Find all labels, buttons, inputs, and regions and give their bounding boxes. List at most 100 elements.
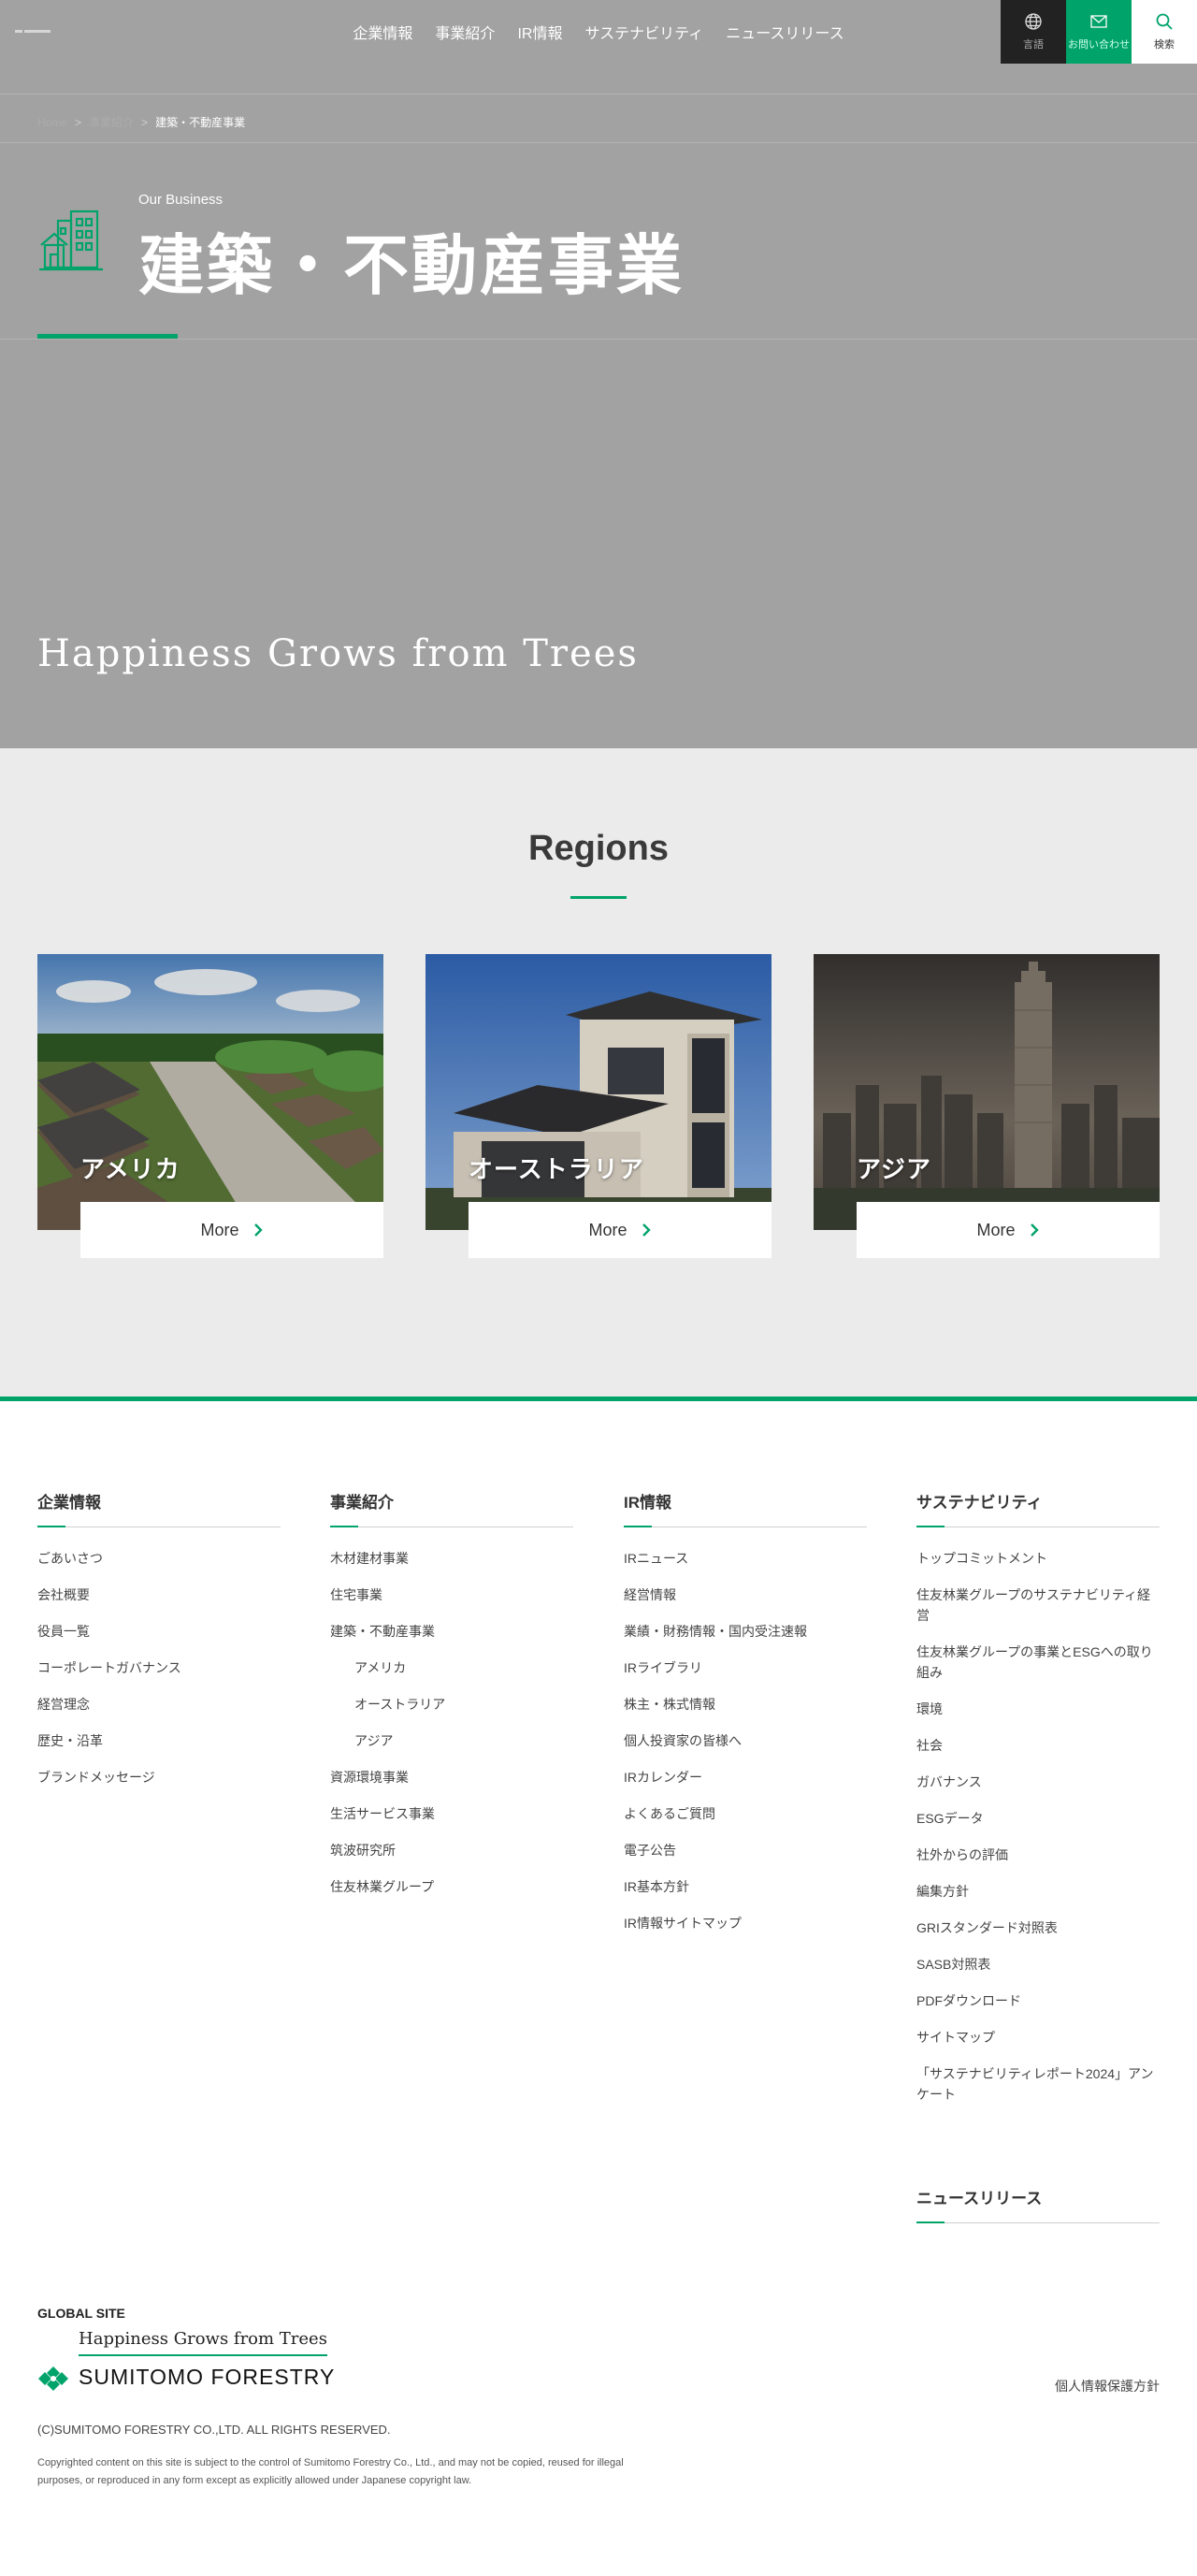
language-button[interactable]: 言語 xyxy=(1001,0,1066,64)
footer-col-title[interactable]: 企業情報 xyxy=(37,1489,281,1527)
footer-link[interactable]: IRライブラリ xyxy=(624,1657,867,1678)
region-card-australia[interactable]: オーストラリア More xyxy=(425,954,772,1258)
search-button[interactable]: 検索 xyxy=(1132,0,1197,64)
global-site-label: GLOBAL SITE xyxy=(37,2306,125,2321)
footer-col-title[interactable]: 事業紹介 xyxy=(330,1489,573,1527)
nav-ir[interactable]: IR情報 xyxy=(517,21,562,43)
footer-col-sustainability: サステナビリティ トップコミットメント住友林業グループのサステナビリティ経営 住友… xyxy=(916,1489,1160,2120)
more-label: More xyxy=(200,1220,239,1239)
copyright: (C)SUMITOMO FORESTRY CO.,LTD. ALL RIGHTS… xyxy=(37,2423,391,2437)
footer-link[interactable]: 建築・不動産事業 xyxy=(330,1621,573,1642)
region-image-asia xyxy=(814,954,1160,1230)
privacy-policy-link[interactable]: 個人情報保護方針 xyxy=(1055,2377,1160,2395)
footer-link[interactable]: 筑波研究所 xyxy=(330,1840,573,1860)
footer-link[interactable]: ガバナンス xyxy=(916,1772,1160,1792)
footer-link[interactable]: トップコミットメント xyxy=(916,1548,1160,1569)
footer-link[interactable]: よくあるご質問 xyxy=(624,1803,867,1824)
footer-link[interactable]: 電子公告 xyxy=(624,1840,867,1860)
footer-link[interactable]: IRカレンダー xyxy=(624,1767,867,1787)
nav-news[interactable]: ニュースリリース xyxy=(726,21,844,43)
footer-link[interactable]: 役員一覧 xyxy=(37,1621,281,1642)
footer-link[interactable]: 社外からの評価 xyxy=(916,1845,1160,1865)
hero-tagline: Happiness Grows from Trees xyxy=(37,632,639,675)
chevron-right-icon xyxy=(642,1223,651,1237)
footer-link[interactable]: SASB対照表 xyxy=(916,1954,1160,1975)
footer-link[interactable]: コーポレートガバナンス xyxy=(37,1657,281,1678)
footer: 企業情報 ごあいさつ会社概要役員一覧コーポレートガバナンス 経営理念歴史・沿革ブラ… xyxy=(0,1401,1197,2576)
footer-link[interactable]: GRIスタンダード対照表 xyxy=(916,1918,1160,1938)
breadcrumb-home[interactable]: Home xyxy=(37,116,67,129)
brand-name[interactable]: SUMITOMO FORESTRY xyxy=(79,2365,335,2390)
footer-link[interactable]: ESGデータ xyxy=(916,1808,1160,1829)
footer-link[interactable]: 社会 xyxy=(916,1735,1160,1756)
footer-col-title[interactable]: IR情報 xyxy=(624,1489,867,1527)
more-button-america[interactable]: More xyxy=(80,1202,383,1258)
region-image-australia xyxy=(425,954,772,1230)
footer-links: トップコミットメント住友林業グループのサステナビリティ経営 住友林業グループの事業… xyxy=(916,1548,1160,2105)
footer-links: ごあいさつ会社概要役員一覧コーポレートガバナンス 経営理念歴史・沿革ブランドメッセ… xyxy=(37,1548,281,1787)
more-label: More xyxy=(976,1220,1016,1239)
footer-link[interactable]: 資源環境事業 xyxy=(330,1767,573,1787)
footer-sublink[interactable]: アメリカ xyxy=(330,1657,573,1678)
nav-business[interactable]: 事業紹介 xyxy=(435,21,495,43)
footer-link[interactable]: 住友林業グループの事業とESGへの取り組み xyxy=(916,1642,1160,1683)
regions-section: Regions アメリカ More オーストラリア More アジア More xyxy=(0,748,1197,1401)
footer-links: IRニュース 経営情報業績・財務情報・国内受注速報 IRライブラリ 株主・株式情報 個人… xyxy=(624,1548,867,1933)
region-image-america xyxy=(37,954,383,1230)
footer-link[interactable]: 歴史・沿革 xyxy=(37,1730,281,1751)
footer-sublink[interactable]: オーストラリア xyxy=(330,1694,573,1715)
divider xyxy=(0,142,1197,143)
contact-label: お問い合わせ xyxy=(1068,39,1130,51)
footer-link[interactable]: 経営情報 xyxy=(624,1585,867,1605)
footer-link[interactable]: 住宅事業 xyxy=(330,1585,573,1605)
mail-icon xyxy=(1090,15,1107,28)
regions-title: Regions xyxy=(528,829,669,868)
more-button-australia[interactable]: More xyxy=(469,1202,772,1258)
footer-col-corporate: 企業情報 ごあいさつ会社概要役員一覧コーポレートガバナンス 経営理念歴史・沿革ブラ… xyxy=(37,1489,281,1803)
footer-col-business: 事業紹介 木材建材事業 住宅事業建築・不動産事業 アメリカオーストラリア アジア資源環… xyxy=(330,1489,573,1913)
search-icon xyxy=(1156,13,1173,30)
region-label-australia: オーストラリア xyxy=(469,1155,644,1183)
nav-corporate[interactable]: 企業情報 xyxy=(353,21,412,43)
building-icon xyxy=(39,210,103,271)
footer-sublink[interactable]: アジア xyxy=(330,1730,573,1751)
chevron-right-icon xyxy=(253,1223,263,1237)
nav-sustainability[interactable]: サステナビリティ xyxy=(584,21,703,43)
region-label-america: アメリカ xyxy=(80,1155,180,1183)
footer-link[interactable]: IRニュース xyxy=(624,1548,867,1569)
copyright-notice: Copyrighted content on this site is subj… xyxy=(37,2457,624,2486)
breadcrumb-current: 建築・不動産事業 xyxy=(155,116,246,129)
footer-link[interactable]: サイトマップ xyxy=(916,2027,1160,2048)
more-button-asia[interactable]: More xyxy=(857,1202,1160,1258)
footer-link[interactable]: 住友林業グループのサステナビリティ経営 xyxy=(916,1585,1160,1626)
footer-link[interactable]: 生活サービス事業 xyxy=(330,1803,573,1824)
footer-col-ir: IR情報 IRニュース 経営情報業績・財務情報・国内受注速報 IRライブラリ 株主・株… xyxy=(624,1489,867,1949)
footer-link[interactable]: 業績・財務情報・国内受注速報 xyxy=(624,1621,867,1642)
footer-link[interactable]: ごあいさつ xyxy=(37,1548,281,1569)
footer-link[interactable]: 住友林業グループ xyxy=(330,1876,573,1897)
footer-link[interactable]: 株主・株式情報 xyxy=(624,1694,867,1715)
contact-button[interactable]: お問い合わせ xyxy=(1066,0,1132,64)
region-card-america[interactable]: アメリカ More xyxy=(37,954,383,1258)
divider xyxy=(0,339,1197,340)
region-card-asia[interactable]: アジア More xyxy=(814,954,1160,1258)
footer-col-title[interactable]: ニュースリリース xyxy=(916,2185,1160,2223)
footer-link[interactable]: 「サステナビリティレポート2024」アンケート xyxy=(916,2063,1160,2105)
title-accent-bar xyxy=(37,334,178,339)
footer-link[interactable]: 会社概要 xyxy=(37,1585,281,1605)
footer-link[interactable]: ブランドメッセージ xyxy=(37,1767,281,1787)
footer-link[interactable]: 編集方針 xyxy=(916,1881,1160,1902)
page-title: 建築・不動産事業 xyxy=(138,229,685,302)
footer-link[interactable]: PDFダウンロード xyxy=(916,1990,1160,2011)
footer-link[interactable]: IR情報サイトマップ xyxy=(624,1913,867,1933)
footer-link[interactable]: 経営理念 xyxy=(37,1694,281,1715)
footer-link[interactable]: IR基本方針 xyxy=(624,1876,867,1897)
footer-link[interactable]: 個人投資家の皆様へ xyxy=(624,1730,867,1751)
region-label-asia: アジア xyxy=(857,1155,931,1183)
breadcrumb-business[interactable]: 事業紹介 xyxy=(89,114,134,130)
footer-links: 木材建材事業 住宅事業建築・不動産事業 アメリカオーストラリア アジア資源環境事業 生活… xyxy=(330,1548,573,1897)
footer-col-title[interactable]: サステナビリティ xyxy=(916,1489,1160,1527)
footer-link[interactable]: 木材建材事業 xyxy=(330,1548,573,1569)
hero-section: 企業情報 事業紹介 IR情報 サステナビリティ ニュースリリース 言語 お問い合… xyxy=(0,0,1197,748)
footer-link[interactable]: 環境 xyxy=(916,1699,1160,1719)
